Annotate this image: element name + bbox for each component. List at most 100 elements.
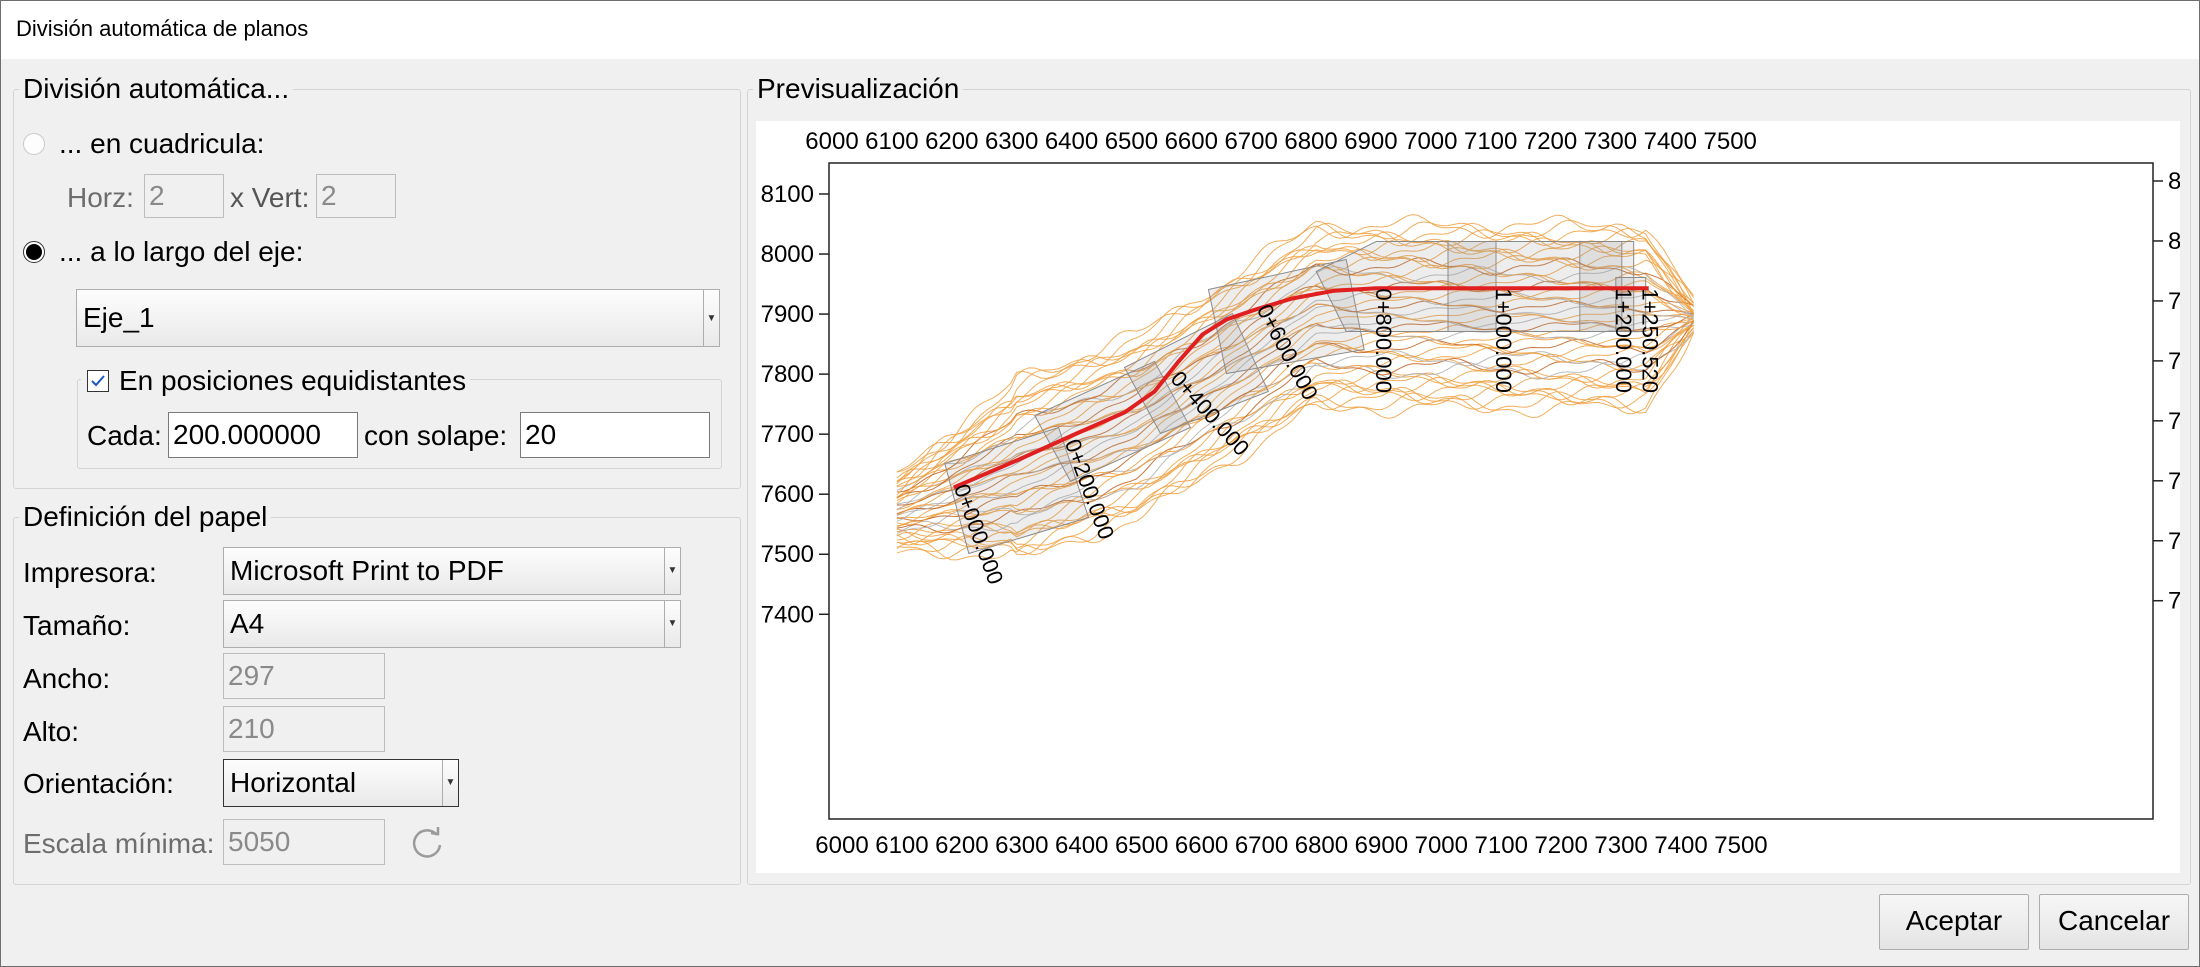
x-tick-label-top: 6600 bbox=[1165, 128, 1218, 155]
y-tick-label-left: 7900 bbox=[761, 301, 814, 328]
y-tick-label-left: 7500 bbox=[761, 541, 814, 568]
x-tick-label-top: 6200 bbox=[925, 128, 978, 155]
horz-label: Horz: bbox=[67, 182, 134, 213]
equidistant-legend: En posiciones equidistantes bbox=[81, 365, 471, 397]
chevron-down-icon: ▼ bbox=[703, 290, 719, 346]
window-title: División automática de planos bbox=[16, 16, 309, 41]
solape-input[interactable] bbox=[520, 412, 710, 458]
cancel-button[interactable]: Cancelar bbox=[2039, 894, 2189, 950]
solape-label: con solape: bbox=[364, 420, 508, 451]
printer-select[interactable]: Microsoft Print to PDF ▼ bbox=[223, 547, 681, 595]
axis-select-value: Eje_1 bbox=[83, 302, 155, 333]
width-input[interactable] bbox=[223, 653, 385, 699]
y-tick-label-right: 7900 bbox=[2168, 288, 2180, 315]
preview-canvas[interactable]: 6000 6100 6200 6300 6400 6500 6600 6700 6800 6900… bbox=[756, 121, 2200, 873]
x-tick-label-top: 7200 bbox=[1524, 128, 1577, 155]
x-tick-label-top: 6400 bbox=[1045, 128, 1098, 155]
grid-radio[interactable] bbox=[23, 133, 45, 155]
x-tick-label-bottom: 6100 bbox=[875, 832, 928, 859]
x-tick-label-top: 6700 bbox=[1224, 128, 1277, 155]
x-tick-label-bottom: 6500 bbox=[1115, 832, 1168, 859]
y-axis-left: 8100 8000 7900 7800 7700 7600 7500 7400 bbox=[761, 181, 829, 628]
title-bar: División automática de planos bbox=[1, 1, 2199, 59]
y-tick-label-right: 7500 bbox=[2168, 528, 2180, 555]
y-tick-label-right: 7600 bbox=[2168, 468, 2180, 495]
x-tick-label-bottom: 6700 bbox=[1235, 832, 1288, 859]
x-tick-label-top: 6300 bbox=[985, 128, 1038, 155]
y-tick-label-right: 7400 bbox=[2168, 588, 2180, 615]
checkmark-icon bbox=[91, 375, 105, 387]
chevron-down-icon: ▼ bbox=[664, 601, 680, 647]
x-tick-label-bottom: 7500 bbox=[1714, 832, 1767, 859]
min-scale-label: Escala mínima: bbox=[23, 828, 215, 859]
x-tick-label-top: 6000 bbox=[805, 128, 858, 155]
x-tick-label-top: 7100 bbox=[1464, 128, 1517, 155]
cada-input[interactable] bbox=[168, 412, 358, 458]
height-input[interactable] bbox=[223, 706, 385, 752]
x-axis-bottom: 6000 6100 6200 6300 6400 6500 6600 6700 6800 6900… bbox=[815, 832, 1767, 859]
equidistant-checkbox[interactable] bbox=[87, 370, 109, 392]
y-tick-label-right: 7700 bbox=[2168, 408, 2180, 435]
y-tick-label-right: 8000 bbox=[2168, 228, 2180, 255]
x-tick-label-bottom: 6900 bbox=[1355, 832, 1408, 859]
refresh-icon[interactable] bbox=[407, 823, 447, 863]
x-tick-label-top: 6900 bbox=[1344, 128, 1397, 155]
x-axis-top: 6000 6100 6200 6300 6400 6500 6600 6700 6800 6900… bbox=[805, 128, 1757, 155]
x-tick-label-top: 6800 bbox=[1284, 128, 1337, 155]
grid-radio-label[interactable]: ... en cuadricula: bbox=[59, 127, 264, 161]
station-label: 1+250.520 bbox=[1638, 288, 1663, 393]
x-tick-label-top: 6500 bbox=[1105, 128, 1158, 155]
x-tick-label-top: 6100 bbox=[865, 128, 918, 155]
paper-legend: Definición del papel bbox=[19, 501, 272, 533]
x-tick-label-bottom: 6600 bbox=[1175, 832, 1228, 859]
x-tick-label-bottom: 7000 bbox=[1415, 832, 1468, 859]
station-label: 1+000.000 bbox=[1491, 288, 1516, 393]
x-tick-label-bottom: 6000 bbox=[815, 832, 868, 859]
x-tick-label-top: 7400 bbox=[1644, 128, 1697, 155]
axis-radio[interactable] bbox=[23, 241, 45, 263]
x-tick-label-bottom: 6300 bbox=[995, 832, 1048, 859]
x-tick-label-bottom: 7300 bbox=[1594, 832, 1647, 859]
height-label: Alto: bbox=[23, 716, 80, 747]
x-tick-label-bottom: 7100 bbox=[1475, 832, 1528, 859]
cada-label: Cada: bbox=[87, 420, 162, 451]
x-tick-label-top: 7000 bbox=[1404, 128, 1457, 155]
orientation-select-value: Horizontal bbox=[230, 767, 357, 798]
chevron-down-icon: ▼ bbox=[442, 760, 458, 806]
station-label: 1+200.000 bbox=[1611, 288, 1636, 393]
y-tick-label-left: 8100 bbox=[761, 181, 814, 208]
y-tick-label-right: 8100 bbox=[2168, 168, 2180, 195]
x-tick-label-bottom: 7400 bbox=[1654, 832, 1707, 859]
vert-input[interactable] bbox=[316, 174, 396, 218]
x-tick-label-top: 7500 bbox=[1704, 128, 1757, 155]
y-tick-label-left: 7400 bbox=[761, 601, 814, 628]
y-tick-label-left: 7600 bbox=[761, 481, 814, 508]
y-tick-label-left: 7700 bbox=[761, 421, 814, 448]
chevron-down-icon: ▼ bbox=[664, 548, 680, 594]
x-tick-label-bottom: 6800 bbox=[1295, 832, 1348, 859]
x-tick-label-top: 7300 bbox=[1584, 128, 1637, 155]
y-tick-label-right: 7800 bbox=[2168, 348, 2180, 375]
vert-label: x Vert: bbox=[230, 182, 310, 213]
axis-select[interactable]: Eje_1 ▼ bbox=[76, 289, 720, 347]
min-scale-input[interactable] bbox=[223, 819, 385, 865]
x-tick-label-bottom: 6400 bbox=[1055, 832, 1108, 859]
preview-legend: Previsualización bbox=[753, 73, 964, 105]
size-label: Tamaño: bbox=[23, 610, 131, 641]
orientation-label: Orientación: bbox=[23, 768, 174, 799]
station-label: 0+800.000 bbox=[1371, 288, 1396, 393]
axis-radio-label[interactable]: ... a lo largo del eje: bbox=[59, 235, 303, 269]
ok-button[interactable]: Aceptar bbox=[1879, 894, 2029, 950]
width-label: Ancho: bbox=[23, 663, 111, 694]
size-select[interactable]: A4 ▼ bbox=[223, 600, 681, 648]
y-tick-label-left: 8000 bbox=[761, 241, 814, 268]
equidistant-label[interactable]: En posiciones equidistantes bbox=[119, 365, 466, 396]
horz-input[interactable] bbox=[144, 174, 224, 218]
printer-label: Impresora: bbox=[23, 557, 157, 588]
preview-map: 6000 6100 6200 6300 6400 6500 6600 6700 6800 6900… bbox=[761, 128, 2200, 859]
division-legend: División automática... bbox=[19, 73, 294, 105]
size-select-value: A4 bbox=[230, 608, 265, 639]
orientation-select[interactable]: Horizontal ▼ bbox=[223, 759, 459, 807]
y-axis-right: 8100 8000 7900 7800 7700 7600 7500 7400 bbox=[2153, 168, 2200, 615]
x-tick-label-bottom: 7200 bbox=[1534, 832, 1587, 859]
